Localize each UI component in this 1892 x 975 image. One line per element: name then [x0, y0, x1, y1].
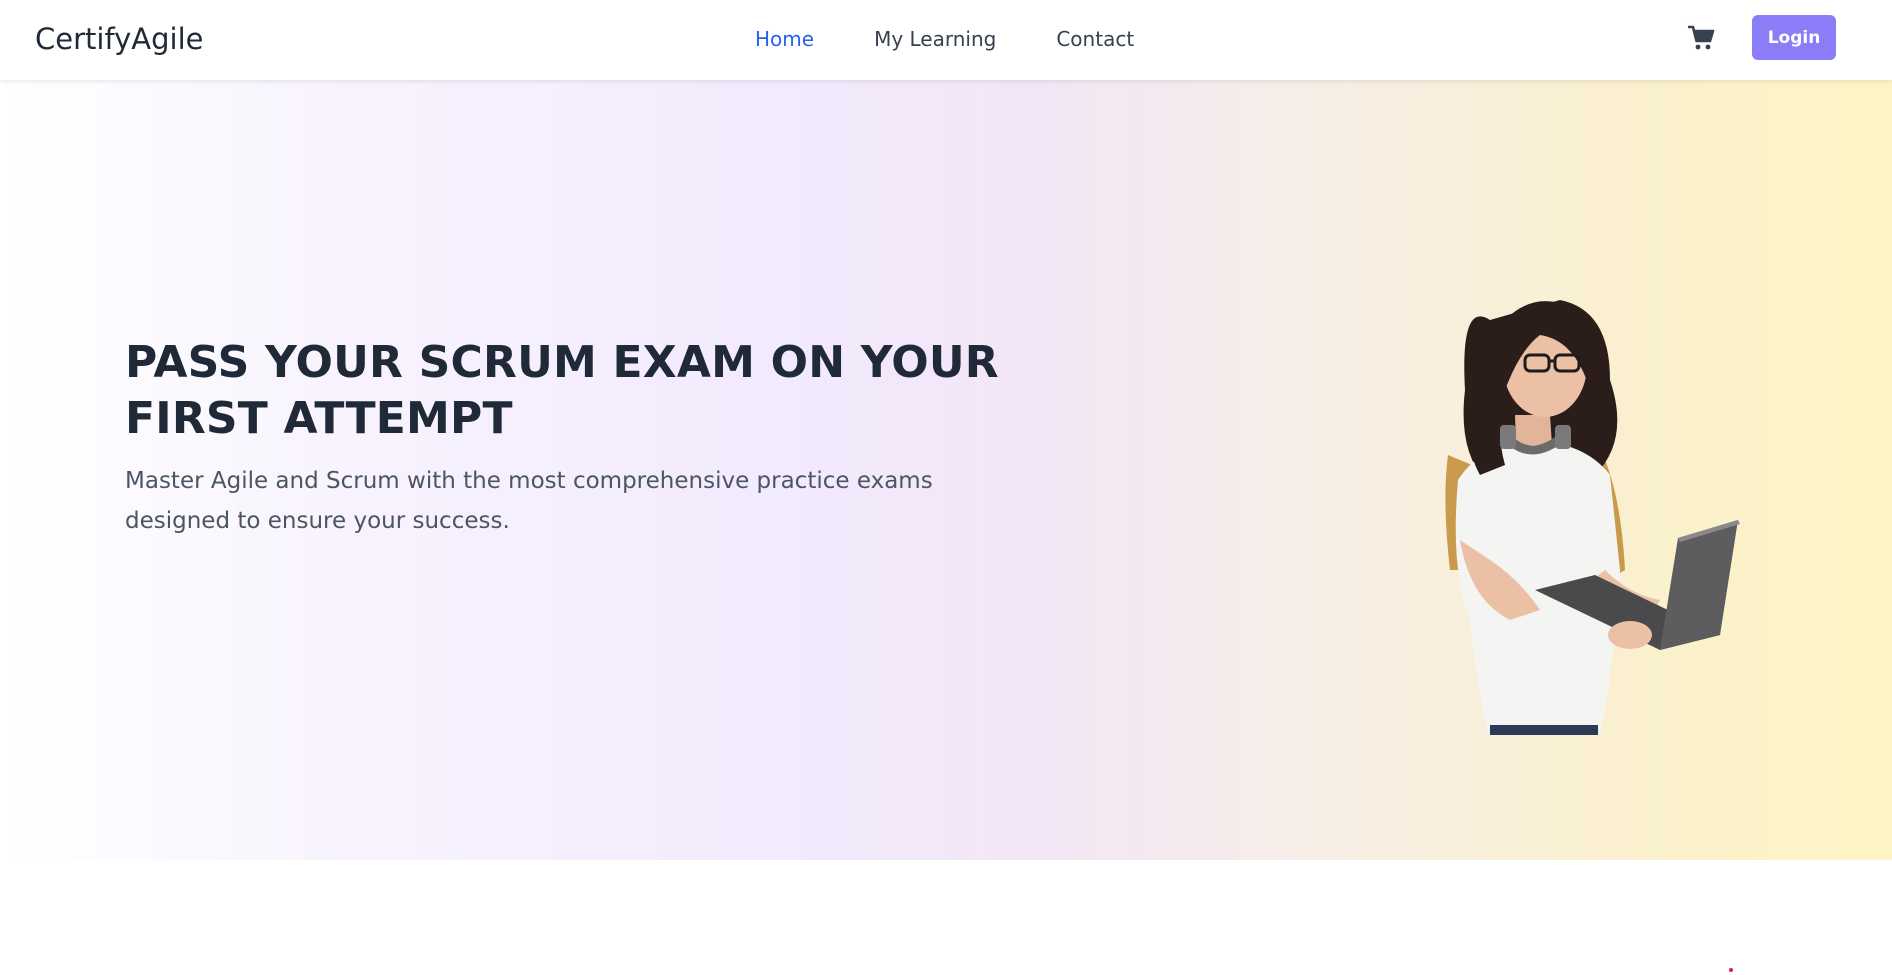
brand-logo[interactable]: CertifyAgile — [35, 20, 204, 58]
main-nav: Home My Learning Contact — [755, 24, 1134, 54]
shopping-cart-icon[interactable] — [1687, 25, 1716, 51]
nav-link-contact[interactable]: Contact — [1056, 24, 1134, 54]
hero-title: PASS YOUR SCRUM EXAM ON YOUR FIRST ATTEM… — [125, 337, 999, 444]
indicator-dot — [1729, 968, 1733, 972]
hero-subtitle: Master Agile and Scrum with the most com… — [125, 468, 933, 534]
student-with-laptop-image — [1420, 240, 1750, 735]
login-button[interactable]: Login — [1752, 15, 1836, 60]
nav-link-home[interactable]: Home — [755, 24, 814, 54]
top-navbar: CertifyAgile Home My Learning Contact Lo… — [0, 0, 1892, 80]
nav-link-my-learning[interactable]: My Learning — [874, 24, 996, 54]
